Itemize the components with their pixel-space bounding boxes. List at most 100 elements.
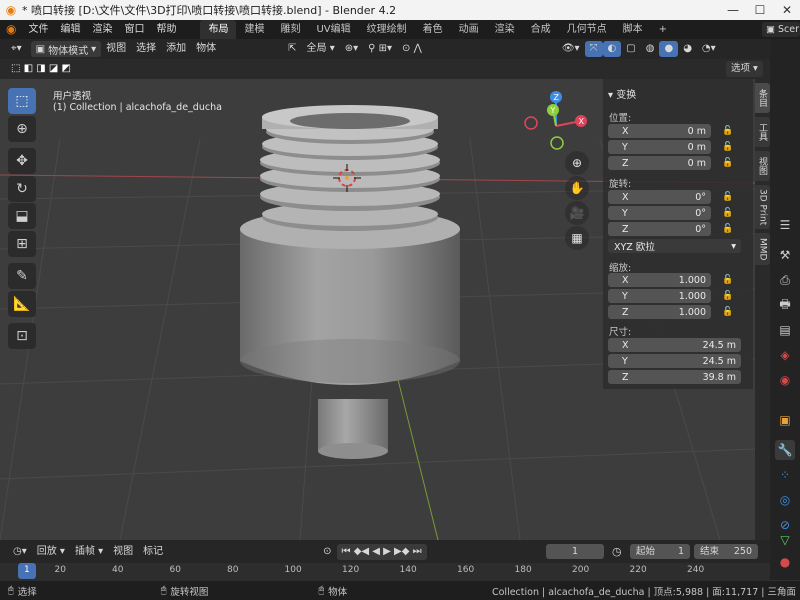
object-data-icon[interactable]: ▽: [775, 530, 795, 550]
close-button[interactable]: ✕: [772, 0, 800, 20]
menu-view[interactable]: 视图: [101, 39, 131, 59]
lock-icon[interactable]: 🔓: [722, 125, 734, 137]
workspace-tab-sculpting[interactable]: 雕刻: [272, 20, 308, 39]
panel-header-transform[interactable]: ▾ 变换: [608, 86, 636, 101]
location-y-field[interactable]: Y0 m: [608, 140, 711, 154]
options-dropdown[interactable]: 选项 ▾: [726, 61, 763, 77]
menu-edit[interactable]: 编辑: [54, 20, 86, 39]
transform-orientation-dropdown[interactable]: 全局 ▾: [302, 39, 340, 59]
measure-tool[interactable]: 📐: [8, 291, 36, 317]
snap-icon[interactable]: ⚲ ⊞▾: [363, 39, 397, 59]
workspace-tab-compositing[interactable]: 合成: [523, 20, 559, 39]
workspace-tab-layout[interactable]: 布局: [200, 20, 237, 39]
rotation-mode-dropdown[interactable]: XYZ 欧拉 ▾: [608, 239, 741, 253]
current-frame-field[interactable]: 1: [546, 544, 604, 559]
tab-3d-print[interactable]: 3D Print: [755, 185, 770, 229]
render-properties-icon[interactable]: ⎙: [775, 270, 795, 290]
timeline-menu-keying[interactable]: 插帧 ▾: [70, 542, 108, 562]
tab-item[interactable]: 条目: [755, 83, 770, 113]
workspace-tab-texture-paint[interactable]: 纹理绘制: [359, 20, 415, 39]
end-frame-field[interactable]: 结束 250: [694, 544, 758, 559]
annotate-tool[interactable]: ✎: [8, 263, 36, 289]
tool-properties-icon[interactable]: ⚒: [775, 245, 795, 265]
timeline-menu-marker[interactable]: 标记: [138, 542, 168, 562]
lock-icon[interactable]: 🔓: [722, 141, 734, 153]
visibility-icon[interactable]: 👁▾: [557, 39, 585, 59]
menu-window[interactable]: 窗口: [118, 20, 150, 39]
shading-wireframe-icon[interactable]: ◍: [641, 39, 660, 59]
select-box-mode-icon[interactable]: ⬚ ◧ ◨ ◪ ◩: [6, 59, 76, 79]
rotation-x-field[interactable]: X 0°: [608, 190, 711, 204]
gizmo-toggle-icon[interactable]: ⤧: [584, 41, 603, 57]
mode-selector[interactable]: ▣ 物体模式 ▾: [30, 41, 102, 57]
workspace-tab-uv-editing[interactable]: UV编辑: [308, 20, 358, 39]
workspace-tab-rendering[interactable]: 渲染: [487, 20, 523, 39]
dimensions-y-field[interactable]: Y 24.5 m: [608, 354, 741, 368]
menu-help[interactable]: 帮助: [150, 20, 182, 39]
location-z-field[interactable]: Z0 m: [608, 156, 711, 170]
menu-add[interactable]: 添加: [161, 39, 191, 59]
modifier-wrench-icon[interactable]: 🔧: [775, 440, 795, 460]
workspace-tab-modeling[interactable]: 建模: [236, 20, 272, 39]
scene-properties-icon[interactable]: ◈: [775, 345, 795, 365]
scene-name[interactable]: Scer: [778, 24, 799, 35]
zoom-icon[interactable]: ⊕: [565, 151, 589, 175]
world-properties-icon[interactable]: ◉: [775, 370, 795, 390]
workspace-tab-geometry-nodes[interactable]: 几何节点: [559, 20, 615, 39]
scale-x-field[interactable]: X 1.000: [608, 273, 711, 287]
pan-hand-icon[interactable]: ✋: [565, 176, 589, 200]
output-properties-icon[interactable]: 🖶: [775, 295, 795, 315]
workspace-tab-animation[interactable]: 动画: [451, 20, 487, 39]
transform-tool[interactable]: ⊞: [8, 231, 36, 257]
object-properties-icon[interactable]: ▣: [775, 410, 795, 430]
timeline-menu-view[interactable]: 视图: [108, 542, 138, 562]
cursor-tool[interactable]: ⊕: [8, 116, 36, 142]
location-x-field[interactable]: X0 m: [608, 124, 711, 138]
lock-icon[interactable]: 🔓: [722, 290, 734, 302]
shading-material-icon[interactable]: ◕: [678, 39, 697, 59]
tab-tool[interactable]: 工具: [755, 117, 770, 147]
shading-rendered-icon[interactable]: ◔▾: [697, 39, 721, 59]
timeline-menu-playback[interactable]: 回放 ▾: [32, 542, 70, 562]
perspective-grid-icon[interactable]: ▦: [565, 226, 589, 250]
material-properties-icon[interactable]: ●: [775, 552, 795, 572]
move-tool[interactable]: ✥: [8, 148, 36, 174]
workspace-tab-shading[interactable]: 着色: [415, 20, 451, 39]
menu-file[interactable]: 文件: [22, 20, 54, 39]
menu-render[interactable]: 渲染: [86, 20, 118, 39]
start-frame-field[interactable]: 起始 1: [630, 544, 690, 559]
add-workspace-button[interactable]: +: [651, 20, 675, 39]
maximize-button[interactable]: ☐: [745, 0, 775, 20]
rotation-z-field[interactable]: Z 0°: [608, 222, 711, 236]
blender-menu-icon[interactable]: ◉: [0, 20, 22, 39]
workspace-tab-scripting[interactable]: 脚本: [615, 20, 651, 39]
physics-icon[interactable]: ◎: [775, 490, 795, 510]
particles-icon[interactable]: ⁘: [775, 465, 795, 485]
xray-toggle-icon[interactable]: ▢: [621, 39, 640, 59]
lock-icon[interactable]: 🔓: [722, 191, 734, 203]
pivot-point-icon[interactable]: ⊛▾: [340, 39, 363, 59]
add-cube-tool[interactable]: ⊡: [8, 323, 36, 349]
select-box-tool[interactable]: ⬚: [8, 88, 36, 114]
rotation-y-field[interactable]: Y 0°: [608, 206, 711, 220]
proportional-edit-icon[interactable]: ⊙ ⋀: [397, 39, 427, 59]
scale-y-field[interactable]: Y 1.000: [608, 289, 711, 303]
playback-controls[interactable]: ⏮ ◆◀ ◀ ▶ ▶◆ ⏭: [336, 543, 427, 560]
editor-type-icon[interactable]: ⌖▾: [6, 39, 27, 59]
menu-select[interactable]: 选择: [131, 39, 161, 59]
lock-icon[interactable]: 🔓: [722, 274, 734, 286]
properties-menu-icon[interactable]: ☰: [775, 215, 795, 235]
scale-tool[interactable]: ⬓: [8, 203, 36, 229]
camera-view-icon[interactable]: 🎥: [565, 201, 589, 225]
lock-icon[interactable]: 🔓: [722, 207, 734, 219]
clock-icon[interactable]: ◷: [612, 545, 622, 558]
lock-icon[interactable]: 🔓: [722, 223, 734, 235]
dimensions-z-field[interactable]: Z 39.8 m: [608, 370, 741, 384]
tab-view[interactable]: 视图: [755, 151, 770, 181]
shading-solid-icon[interactable]: ●: [659, 41, 679, 57]
tab-mmd[interactable]: MMD: [755, 233, 770, 265]
timeline-editor-icon[interactable]: ◷▾: [8, 542, 32, 562]
record-keyframe-icon[interactable]: ⊙: [318, 542, 336, 562]
dimensions-x-field[interactable]: X 24.5 m: [608, 338, 741, 352]
menu-object[interactable]: 物体: [191, 39, 221, 59]
